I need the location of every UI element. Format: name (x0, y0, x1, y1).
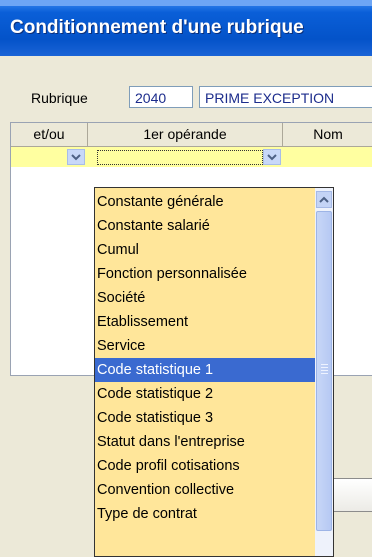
list-item[interactable]: Constante générale (95, 190, 315, 214)
list-item[interactable]: Code statistique 3 (95, 406, 315, 430)
list-item[interactable]: Type de contrat (95, 502, 315, 526)
column-header-etou[interactable]: et/ou (11, 123, 88, 147)
list-item[interactable]: Code profil cotisations (95, 454, 315, 478)
column-header-nom[interactable]: Nom (283, 123, 372, 147)
chevron-down-icon (267, 153, 277, 160)
list-item[interactable]: Société (95, 286, 315, 310)
rubrique-code-field[interactable]: 2040 (129, 86, 193, 108)
list-item[interactable]: Code statistique 2 (95, 382, 315, 406)
operande-combo-field[interactable] (97, 150, 263, 165)
chevron-down-icon (71, 153, 81, 160)
operande-dropdown-list[interactable]: Constante générale Constante salarié Cum… (94, 187, 334, 557)
window-title: Conditionnement d'une rubrique (10, 17, 304, 38)
list-item[interactable]: Cumul (95, 238, 315, 262)
column-header-operande[interactable]: 1er opérande (88, 123, 283, 147)
rubrique-label: Rubrique (31, 90, 88, 106)
chevron-up-icon (319, 196, 329, 203)
list-item[interactable]: Constante salarié (95, 214, 315, 238)
list-item[interactable]: Service (95, 334, 315, 358)
list-item-selected[interactable]: Code statistique 1 (95, 358, 315, 382)
list-item[interactable]: Statut dans l'entreprise (95, 430, 315, 454)
title-bar-highlight (0, 0, 372, 6)
list-item[interactable]: Etablissement (95, 310, 315, 334)
list-item[interactable]: Fonction personnalisée (95, 262, 315, 286)
list-item[interactable]: Convention collective (95, 478, 315, 502)
operande-dropdown-button[interactable] (263, 149, 281, 165)
title-bar: Conditionnement d'une rubrique (0, 0, 372, 56)
scroll-up-button[interactable] (316, 191, 332, 208)
dropdown-scrollbar[interactable] (315, 188, 333, 556)
rubrique-name-field[interactable]: PRIME EXCEPTION (199, 86, 372, 108)
scroll-thumb[interactable] (316, 211, 332, 531)
etou-dropdown-button[interactable] (67, 149, 85, 165)
